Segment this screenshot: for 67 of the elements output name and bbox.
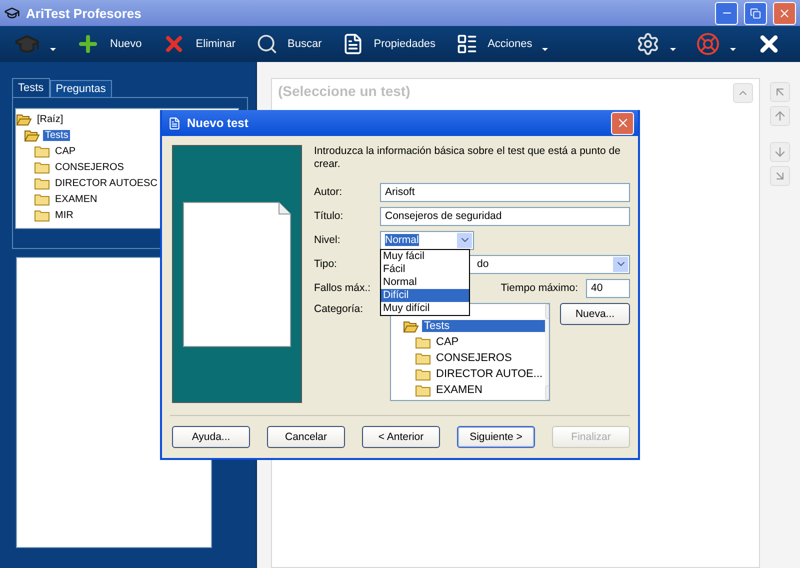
folder-icon xyxy=(415,352,431,364)
dialog-button[interactable]: < Anterior xyxy=(362,426,440,448)
dialog-icon xyxy=(168,116,181,130)
list-icon xyxy=(456,33,478,55)
dialog-button[interactable]: Cancelar xyxy=(267,426,345,448)
restore-button[interactable] xyxy=(744,2,767,24)
dropdown-option[interactable]: Muy difícil xyxy=(381,302,469,314)
toolbar-button[interactable]: Propiedades xyxy=(334,28,444,60)
open-folder-icon xyxy=(403,320,419,332)
category-item[interactable]: CONSEJEROS xyxy=(434,352,514,364)
field-label: Categoría: xyxy=(314,303,364,317)
minimize-button[interactable] xyxy=(715,2,738,24)
field-label: Autor: xyxy=(314,186,344,198)
tree-item[interactable]: CONSEJEROS xyxy=(53,162,126,172)
window-title: AriTest Profesores xyxy=(26,6,142,20)
chevron-icon xyxy=(613,256,628,272)
dialog-button[interactable]: Siguiente > xyxy=(457,426,535,448)
close-button[interactable] xyxy=(773,2,796,24)
dialog-title: Nuevo test xyxy=(187,116,250,130)
move-bottom-button[interactable] xyxy=(770,166,790,186)
input-field[interactable]: 40 xyxy=(586,278,630,298)
graduation-cap-icon xyxy=(4,5,20,21)
field-label: Tipo: xyxy=(314,258,338,270)
toolbar-button[interactable]: Buscar xyxy=(248,28,330,60)
new-category-button[interactable]: Nueva... xyxy=(560,303,630,325)
close-button[interactable] xyxy=(611,112,634,134)
tab[interactable]: Preguntas xyxy=(50,80,112,97)
close-icon xyxy=(778,6,791,20)
tab[interactable]: Tests xyxy=(12,78,50,97)
folder-icon xyxy=(415,368,431,380)
move-down-button[interactable] xyxy=(770,142,790,162)
folder-icon xyxy=(415,384,431,396)
settings-icon xyxy=(636,32,660,56)
input-field[interactable]: Arisoft xyxy=(380,182,630,202)
content-header: (Seleccione un test) xyxy=(278,83,412,99)
plus-icon xyxy=(76,32,100,56)
field-label: Fallos máx.: xyxy=(314,282,372,294)
field-label: Tiempo máximo: xyxy=(500,282,578,294)
tree-item[interactable]: CAP xyxy=(53,146,78,156)
chevron-icon xyxy=(457,232,472,248)
dropdown-option[interactable]: Fácil xyxy=(381,262,469,276)
category-item[interactable]: Tests xyxy=(422,320,545,332)
toolbar-button[interactable]: Eliminar xyxy=(154,28,244,60)
dialog-button[interactable]: Ayuda... xyxy=(172,426,250,448)
move-top-button[interactable] xyxy=(770,82,790,102)
tree-item[interactable]: MIR xyxy=(53,210,76,220)
toolbar-button[interactable]: Acciones xyxy=(448,28,556,60)
folder-icon xyxy=(415,336,431,348)
restore-icon xyxy=(750,8,761,18)
field-label: Título: xyxy=(314,210,344,222)
dropdown-option[interactable]: Normal xyxy=(381,276,469,288)
category-item[interactable]: EXAMEN xyxy=(434,384,484,396)
input-field[interactable]: Consejeros de seguridad xyxy=(380,206,630,226)
search-icon xyxy=(256,33,278,55)
intro-text: Introduzca la información básica sobre el test que está a punto de crear. xyxy=(314,145,622,171)
scroll-up-button[interactable] xyxy=(733,83,753,103)
dropdown-option[interactable]: Difícil xyxy=(381,288,469,302)
field-label: Nivel: xyxy=(314,234,342,246)
tree-item[interactable]: Tests xyxy=(43,130,70,140)
category-item[interactable]: DIRECTOR AUTOE... xyxy=(434,368,545,380)
help-icon xyxy=(696,32,720,56)
tree-item[interactable]: [Raíz] xyxy=(35,114,66,124)
category-item[interactable]: CAP xyxy=(434,336,461,348)
tree-item[interactable]: EXAMEN xyxy=(53,194,100,204)
move-up-button[interactable] xyxy=(770,106,790,126)
toolbar-button[interactable]: Nuevo xyxy=(68,28,150,60)
tree-item[interactable]: DIRECTOR AUTOESC xyxy=(53,178,160,188)
